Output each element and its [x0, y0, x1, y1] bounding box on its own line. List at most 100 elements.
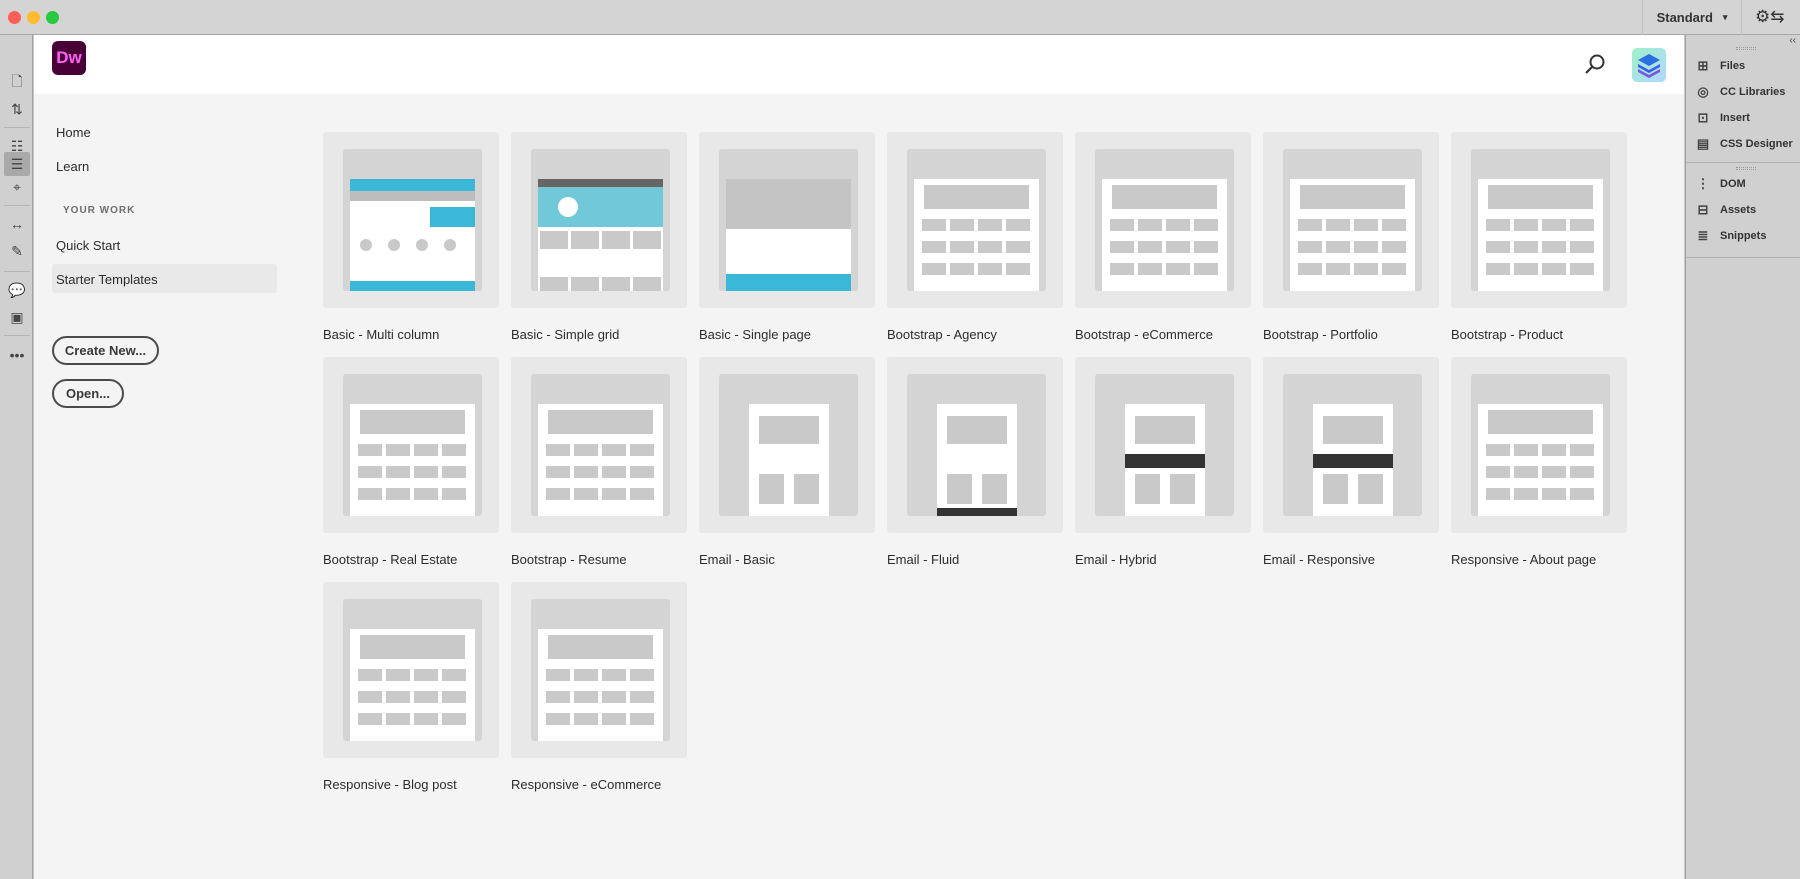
panel-grip[interactable] [1736, 47, 1756, 50]
template-card[interactable] [887, 357, 1063, 533]
search-icon[interactable] [1584, 53, 1606, 75]
template-card[interactable] [887, 132, 1063, 308]
template-label[interactable]: Email - Responsive [1263, 552, 1375, 567]
start-screen: Dw Home Learn YOUR WORK Quick Start Star… [34, 35, 1684, 879]
thumbnail-block [442, 691, 466, 703]
template-card[interactable] [511, 132, 687, 308]
thumbnail-block [602, 488, 626, 500]
template-label[interactable]: Responsive - eCommerce [511, 777, 661, 792]
thumbnail-block [386, 713, 410, 725]
thumbnail-block [602, 231, 630, 249]
collapse-panels-icon[interactable]: ‹‹ [1789, 35, 1796, 46]
thumbnail-block [1514, 241, 1538, 253]
new-file-icon[interactable]: 🗋 [4, 71, 30, 95]
thumbnail-block [358, 444, 382, 456]
workspace-switcher[interactable]: Standard ▾ [1642, 0, 1742, 35]
thumbnail-block [1542, 488, 1566, 500]
template-card[interactable] [511, 582, 687, 758]
template-card[interactable] [323, 582, 499, 758]
panel-grip[interactable] [1736, 167, 1756, 170]
template-label[interactable]: Basic - Single page [699, 327, 811, 342]
template-label[interactable]: Responsive - About page [1451, 552, 1596, 567]
minimize-window-button[interactable] [27, 11, 40, 24]
template-label[interactable]: Responsive - Blog post [323, 777, 457, 792]
avatar[interactable] [1632, 48, 1666, 82]
create-new-button[interactable]: Create New... [52, 336, 159, 365]
panel-tab-files[interactable]: ⊞ Files [1694, 58, 1746, 74]
thumbnail-block [574, 466, 598, 478]
nav-quick-start[interactable]: Quick Start [56, 238, 120, 253]
code-format-icon[interactable]: ☰ [4, 152, 30, 176]
template-label[interactable]: Bootstrap - Real Estate [323, 552, 457, 567]
thumbnail-page [538, 179, 663, 291]
thumbnail-block [571, 277, 599, 291]
close-window-button[interactable] [8, 11, 21, 24]
template-card[interactable] [511, 357, 687, 533]
thumbnail-block [1194, 241, 1218, 253]
panel-tab-snippets[interactable]: ≣ Snippets [1694, 228, 1767, 244]
thumbnail-block [360, 239, 372, 251]
template-card[interactable] [323, 357, 499, 533]
template-label[interactable]: Basic - Simple grid [511, 327, 619, 342]
panel-tab-dom[interactable]: ⋮ DOM [1694, 176, 1746, 192]
thumbnail-block [759, 474, 784, 504]
code-wrap-icon[interactable]: ✎ [4, 239, 30, 263]
thumbnail-block [1542, 466, 1566, 478]
template-label[interactable]: Bootstrap - Resume [511, 552, 627, 567]
panel-tab-insert[interactable]: ⊡ Insert [1694, 110, 1750, 126]
thumbnail-block [358, 713, 382, 725]
thumbnail-block [1514, 219, 1538, 231]
thumbnail-block [602, 669, 626, 681]
thumbnail-block [1570, 488, 1594, 500]
target-icon[interactable]: ⌖ [4, 175, 30, 199]
template-card[interactable] [323, 132, 499, 308]
thumbnail-block [386, 488, 410, 500]
panel-tab-assets[interactable]: ⊟ Assets [1694, 202, 1757, 218]
thumbnail-block [630, 669, 654, 681]
thumbnail-block [950, 263, 974, 275]
template-card[interactable] [699, 357, 875, 533]
panel-tab-cc-libraries[interactable]: ◎ CC Libraries [1694, 84, 1785, 100]
template-thumbnail [1095, 149, 1234, 291]
thumbnail-block [1354, 263, 1378, 275]
template-label[interactable]: Basic - Multi column [323, 327, 439, 342]
thumbnail-block [1135, 474, 1160, 504]
cc-libraries-icon: ◎ [1697, 84, 1709, 99]
comment-remove-icon[interactable]: ▣ [4, 305, 30, 329]
template-card[interactable] [1451, 132, 1627, 308]
thumbnail-block [546, 691, 570, 703]
template-label[interactable]: Bootstrap - Portfolio [1263, 327, 1378, 342]
nav-learn[interactable]: Learn [56, 159, 89, 174]
gear-icon[interactable]: ⚙⇆ [1755, 7, 1784, 27]
zoom-window-button[interactable] [46, 11, 59, 24]
thumbnail-block [602, 691, 626, 703]
template-card[interactable] [1451, 357, 1627, 533]
comment-icon[interactable]: 💬 [4, 278, 30, 302]
thumbnail-block [1166, 219, 1190, 231]
template-card[interactable] [1075, 132, 1251, 308]
template-thumbnail [1283, 374, 1422, 516]
panel-tab-label: DOM [1720, 178, 1746, 190]
template-label[interactable]: Bootstrap - Product [1451, 327, 1563, 342]
expand-icon[interactable]: ↔ [4, 212, 30, 236]
right-panel: ‹‹ ⊞ Files ◎ CC Libraries ⊡ Insert ▤ CSS Design… [1685, 35, 1800, 879]
thumbnail-block [571, 231, 599, 249]
template-label[interactable]: Email - Basic [699, 552, 775, 567]
template-label[interactable]: Email - Fluid [887, 552, 959, 567]
file-transfer-icon[interactable]: ⇅ [4, 97, 30, 121]
template-label[interactable]: Bootstrap - eCommerce [1075, 327, 1213, 342]
nav-home[interactable]: Home [56, 125, 91, 140]
template-card[interactable] [1263, 132, 1439, 308]
template-card[interactable] [1075, 357, 1251, 533]
template-card[interactable] [1263, 357, 1439, 533]
template-label[interactable]: Bootstrap - Agency [887, 327, 997, 342]
open-button[interactable]: Open... [52, 379, 124, 408]
thumbnail-block [574, 691, 598, 703]
more-icon[interactable]: ••• [4, 343, 30, 367]
thumbnail-page [1313, 404, 1393, 516]
template-card[interactable] [699, 132, 875, 308]
thumbnail-block [1382, 263, 1406, 275]
panel-tab-css-designer[interactable]: ▤ CSS Designer [1694, 136, 1793, 152]
template-thumbnail [531, 374, 670, 516]
template-label[interactable]: Email - Hybrid [1075, 552, 1157, 567]
